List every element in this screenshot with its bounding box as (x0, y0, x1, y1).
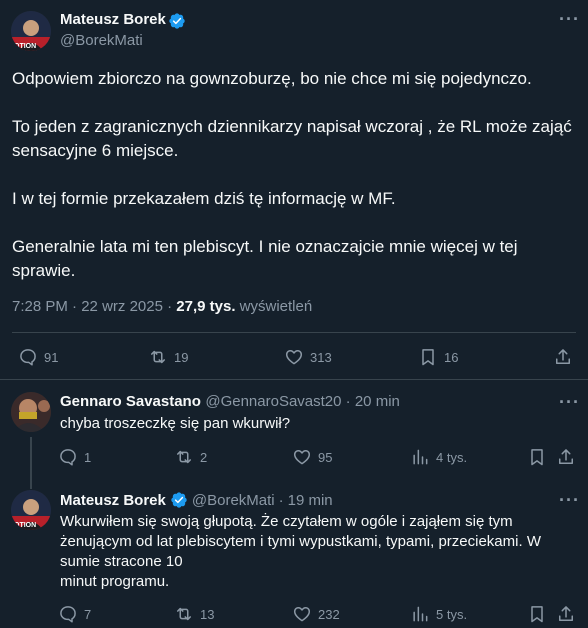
share-icon (556, 349, 570, 364)
reply-text-line-3: sumie stracone 10 (60, 553, 183, 570)
like-count: 313 (310, 349, 332, 365)
like-button[interactable]: 95 (292, 447, 332, 467)
bookmark-button[interactable]: 16 (418, 347, 458, 367)
reply-text-line-2: żenującym od lat plebiscytem i tymi wypu… (60, 533, 541, 550)
reply-author-name[interactable]: Gennaro Savastano (60, 393, 201, 410)
meta-separator: · (278, 491, 284, 509)
bookmark-icon (531, 606, 543, 623)
reply-text-line-4: minut programu. (60, 573, 170, 590)
retweet-icon (177, 607, 191, 621)
like-icon (293, 607, 311, 622)
like-icon (285, 350, 303, 365)
reply-count: 7 (84, 606, 92, 622)
more-icon[interactable]: ··· (559, 9, 580, 30)
tweet-date[interactable]: 22 wrz 2025 (81, 298, 163, 315)
verified-badge-icon (170, 491, 188, 509)
reply-author-name[interactable]: Mateusz Borek (60, 492, 166, 509)
reply-author-avatar[interactable]: OTION (11, 490, 51, 530)
reply-text: chyba troszeczkę się pan wkurwił? (60, 415, 291, 432)
reply-button[interactable]: 91 (18, 347, 58, 367)
reply-count: 91 (44, 349, 59, 365)
reply-icon (60, 606, 76, 623)
views-button[interactable]: 5 tys. (410, 604, 467, 624)
like-count: 232 (318, 606, 340, 622)
views-icon (413, 606, 428, 622)
author-name[interactable]: Mateusz Borek (60, 11, 166, 28)
more-icon[interactable]: ··· (559, 490, 580, 511)
share-icon (559, 449, 573, 464)
retweet-count: 2 (200, 449, 208, 465)
meta-separator: · (67, 298, 82, 315)
like-button[interactable]: 232 (292, 604, 340, 624)
share-button[interactable] (553, 347, 573, 367)
reply2-header: Mateusz Borek @BorekMati · 19 min (60, 491, 333, 509)
bookmark-count: 16 (444, 349, 459, 365)
views-count: 27,9 tys. (176, 298, 236, 315)
tweet-time[interactable]: 7:28 PM (12, 298, 68, 315)
reply-time[interactable]: 19 min (288, 492, 333, 509)
reply-author-handle[interactable]: @BorekMati (192, 492, 275, 509)
tweet-paragraph-4: Generalnie lata mi ten plebiscyt. I nie … (12, 237, 518, 280)
meta-separator: · (162, 298, 177, 315)
bookmark-button[interactable] (527, 447, 547, 467)
bookmark-icon (531, 449, 543, 466)
share-icon (559, 606, 573, 621)
author-avatar[interactable]: OTION (11, 11, 51, 51)
reply-time[interactable]: 20 min (355, 393, 400, 410)
verified-badge-icon (168, 12, 186, 35)
reply-button[interactable]: 7 (58, 604, 91, 624)
author-handle[interactable]: @BorekMati (60, 32, 143, 49)
thread-line (30, 437, 32, 489)
bookmark-button[interactable] (527, 604, 547, 624)
reply-icon (20, 349, 36, 366)
share-button[interactable] (556, 447, 576, 467)
retweet-count: 13 (200, 606, 215, 622)
share-button[interactable] (556, 604, 576, 624)
views-icon (413, 449, 428, 465)
divider (0, 379, 588, 380)
views-label: wyświetleń (239, 298, 313, 315)
retweet-icon (151, 350, 165, 364)
divider (12, 332, 576, 333)
views-button[interactable]: 4 tys. (410, 447, 467, 467)
retweet-button[interactable]: 2 (174, 447, 207, 467)
tweet-paragraph-1: Odpowiem zbiorczo na gownzoburzę, bo nie… (12, 69, 532, 88)
reply-text-line-1: Wkurwiłem się swoją głupotą. Że czytałem… (60, 513, 513, 530)
retweet-icon (177, 450, 191, 464)
svg-text:OTION: OTION (14, 43, 36, 50)
reply-button[interactable]: 1 (58, 447, 91, 467)
reply1-header: Gennaro Savastano @GennaroSavast20 · 20 … (60, 393, 400, 411)
retweet-button[interactable]: 13 (174, 604, 214, 624)
retweet-button[interactable]: 19 (148, 347, 188, 367)
views-count: 4 tys. (436, 449, 468, 465)
views-count: 5 tys. (436, 606, 468, 622)
like-icon (293, 450, 311, 465)
reply-count: 1 (84, 449, 92, 465)
tweet-paragraph-2: To jeden z zagranicznych dziennikarzy na… (12, 117, 572, 160)
tweet-paragraph-3: I w tej formie przekazałem dziś tę infor… (12, 189, 396, 208)
tweet-meta: 7:28 PM · 22 wrz 2025 · 27,9 tys. wyświe… (12, 298, 312, 315)
svg-text:OTION: OTION (14, 522, 36, 529)
reply-author-avatar[interactable] (11, 392, 51, 432)
like-button[interactable]: 313 (284, 347, 332, 367)
more-icon[interactable]: ··· (559, 392, 580, 413)
retweet-count: 19 (174, 349, 189, 365)
bookmark-icon (422, 349, 434, 366)
reply-author-handle[interactable]: @GennaroSavast20 (205, 393, 341, 410)
like-count: 95 (318, 449, 333, 465)
reply-icon (60, 449, 76, 466)
meta-separator: · (341, 393, 355, 410)
